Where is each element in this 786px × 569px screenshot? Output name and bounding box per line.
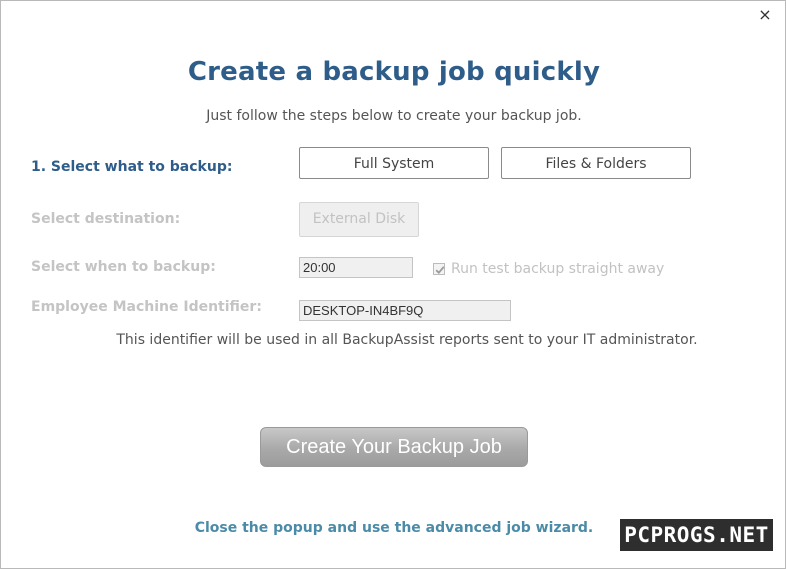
dialog-title: Create a backup job quickly xyxy=(187,57,601,87)
machine-identifier-field[interactable]: DESKTOP-IN4BF9Q xyxy=(299,300,511,321)
select-when-label: Select when to backup: xyxy=(31,259,216,275)
identifier-note: This identifier will be used in all Back… xyxy=(116,332,698,348)
run-test-label: Run test backup straight away xyxy=(451,261,665,277)
watermark: PCPROGS.NET xyxy=(620,519,773,551)
run-test-checkbox[interactable] xyxy=(433,263,445,275)
dialog-subtitle: Just follow the steps below to create yo… xyxy=(206,108,582,124)
files-folders-button[interactable]: Files & Folders xyxy=(501,147,691,179)
run-test-option[interactable]: Run test backup straight away xyxy=(433,259,664,279)
backup-dialog: × Create a backup job quickly Just follo… xyxy=(0,0,786,569)
close-icon[interactable]: × xyxy=(755,5,775,25)
checkmark-icon xyxy=(435,266,445,275)
create-backup-job-button[interactable]: Create Your Backup Job xyxy=(260,427,528,467)
select-what-label: 1. Select what to backup: xyxy=(31,159,233,175)
backup-time-field[interactable]: 20:00 xyxy=(299,257,413,278)
full-system-button[interactable]: Full System xyxy=(299,147,489,179)
external-disk-button[interactable]: External Disk xyxy=(299,202,419,237)
machine-identifier-label: Employee Machine Identifier: xyxy=(31,299,262,315)
select-destination-label: Select destination: xyxy=(31,211,181,227)
